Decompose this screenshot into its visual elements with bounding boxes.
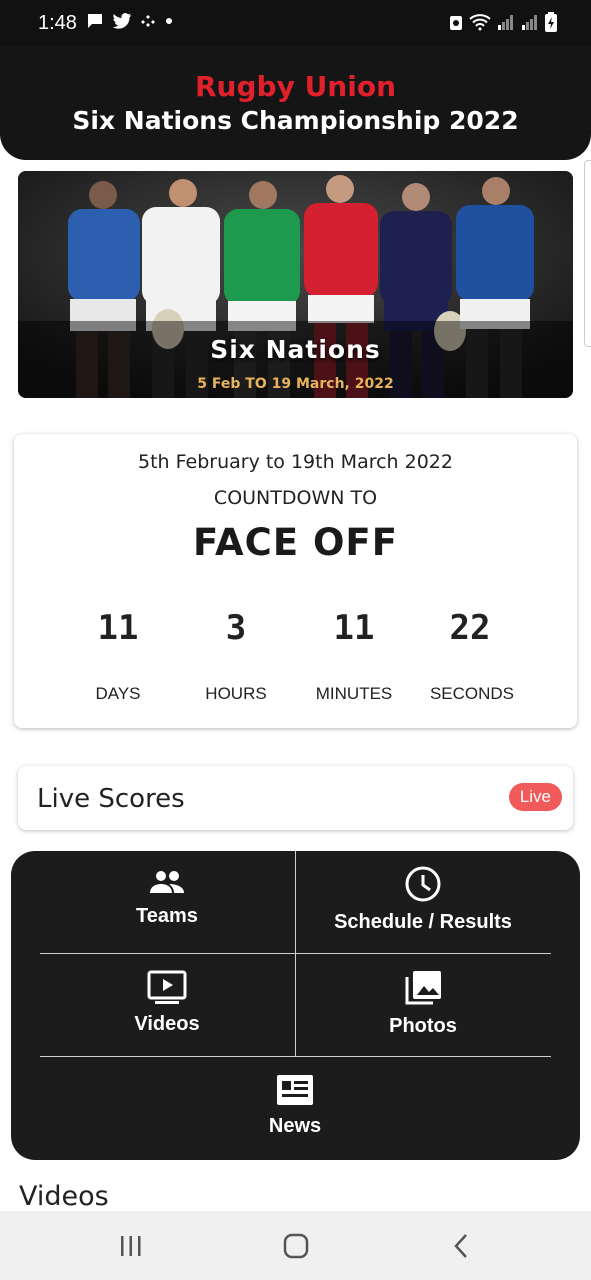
countdown-label: COUNTDOWN TO	[213, 487, 378, 509]
app-header: Rugby Union Six Nations Championship 202…	[0, 46, 591, 160]
back-icon[interactable]	[452, 1233, 470, 1259]
photos-icon	[405, 971, 441, 1005]
countdown-event: FACE OFF	[193, 521, 398, 564]
dot-icon	[166, 18, 172, 24]
menu-label-videos: Videos	[134, 1013, 200, 1035]
countdown-date-range: 5th February to 19th March 2022	[138, 451, 453, 473]
menu-label-schedule: Schedule / Results	[334, 911, 512, 933]
menu-item-news[interactable]: News	[169, 1073, 421, 1138]
notification-icons	[86, 12, 174, 30]
tournament-banner[interactable]: Six Nations 5 Feb TO 19 March, 2022	[18, 171, 573, 398]
days-value: 11	[97, 608, 139, 648]
status-bar: 1:48	[0, 0, 591, 46]
countdown-hours: 3	[176, 608, 296, 648]
seconds-value: 22	[449, 608, 491, 648]
menu-divider-horizontal	[40, 953, 551, 954]
live-scores-title: Live Scores	[37, 784, 185, 814]
menu-label-teams: Teams	[136, 905, 198, 927]
home-icon[interactable]	[283, 1233, 309, 1259]
people-icon	[150, 871, 184, 893]
signal-icon	[522, 15, 537, 30]
menu-item-schedule[interactable]: Schedule / Results	[297, 865, 549, 934]
sport-title: Rugby Union	[194, 70, 397, 103]
system-nav-bar	[0, 1211, 591, 1280]
menu-label-news: News	[268, 1115, 322, 1137]
menu-item-videos[interactable]: Videos	[41, 969, 293, 1036]
signal-icon	[498, 15, 513, 30]
days-label: DAYS	[95, 684, 141, 703]
status-time: 1:48	[38, 12, 77, 34]
scroll-indicator	[584, 160, 591, 347]
hours-value: 3	[225, 608, 247, 648]
binance-icon	[141, 15, 155, 27]
minutes-value: 11	[333, 608, 375, 648]
wifi-icon	[469, 14, 491, 31]
menu-grid: Teams Schedule / Results Videos Photos N…	[11, 851, 580, 1160]
live-badge: Live	[508, 783, 562, 811]
menu-item-photos[interactable]: Photos	[297, 969, 549, 1038]
recents-icon[interactable]	[119, 1234, 143, 1258]
seconds-label: SECONDS	[429, 684, 515, 703]
banner-dates: 5 Feb TO 19 March, 2022	[197, 376, 394, 392]
recycle-icon	[450, 16, 462, 30]
videos-section-heading: Videos	[19, 1181, 109, 1212]
banner-title: Six Nations	[210, 335, 381, 364]
menu-item-teams[interactable]: Teams	[41, 867, 293, 928]
battery-icon	[545, 12, 557, 32]
news-icon	[277, 1075, 313, 1105]
countdown-card: 5th February to 19th March 2022 COUNTDOW…	[14, 434, 577, 728]
clock-icon	[405, 866, 441, 902]
video-icon	[147, 970, 187, 1004]
system-icons	[449, 12, 557, 32]
menu-divider-horizontal	[40, 1056, 551, 1057]
countdown-seconds: 22	[410, 608, 530, 648]
hours-label: HOURS	[205, 684, 267, 703]
countdown-minutes: 11	[294, 608, 414, 648]
chat-icon	[88, 14, 102, 28]
menu-label-photos: Photos	[389, 1015, 457, 1037]
page-title: Six Nations Championship 2022	[72, 106, 519, 135]
live-scores-card[interactable]: Live Scores Live	[18, 766, 573, 830]
twitter-icon	[112, 13, 131, 29]
minutes-label: MINUTES	[315, 684, 393, 703]
countdown-days: 11	[58, 608, 178, 648]
